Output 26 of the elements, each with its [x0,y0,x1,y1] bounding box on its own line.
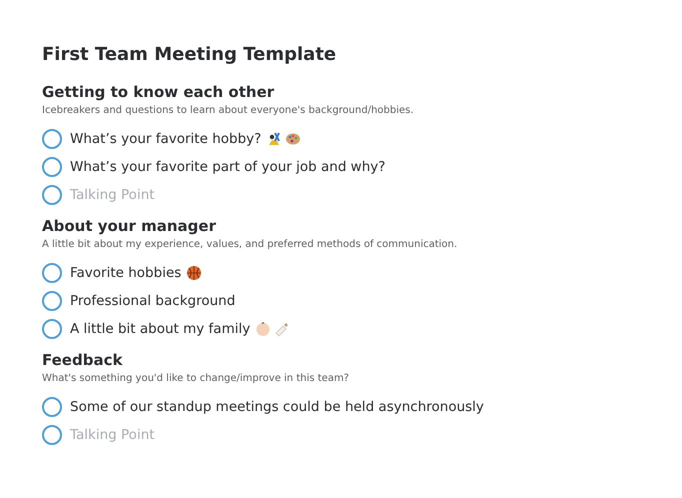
talking-point[interactable]: What’s your favorite part of your job and why? [70,159,386,175]
section-heading: About your manager [42,217,217,235]
page-title: First Team Meeting Template [42,44,338,65]
palette-icon [285,131,302,147]
checkbox[interactable] [42,185,62,205]
talking-point[interactable]: Professional background [70,293,236,309]
checkbox[interactable] [42,319,62,339]
section-description: What's something you'd like to change/improve in this team? [42,373,350,384]
section-description: Icebreakers and questions to learn about everyone's background/hobbies. [42,105,415,116]
section-heading: Feedback [42,351,124,369]
checkbox[interactable] [42,397,62,417]
checkbox[interactable] [42,129,62,149]
checkbox[interactable] [42,291,62,311]
talking-point[interactable]: A little bit about my family [70,321,250,337]
basketball-icon [186,265,202,281]
checkbox[interactable] [42,263,62,283]
baby-bottle-icon [274,321,290,337]
section-heading: Getting to know each other [42,83,276,101]
talking-point[interactable]: What’s your favorite hobby? [70,131,262,147]
section-description: A little bit about my experience, values, and preferred methods of communication. [42,239,458,250]
checkbox[interactable] [42,157,62,177]
talking-point[interactable]: Some of our standup meetings could be held asynchronously [70,399,484,415]
talking-point[interactable]: Favorite hobbies [70,265,182,281]
figure-icon [266,131,282,147]
baby-icon [255,321,272,337]
checkbox[interactable] [42,425,62,445]
